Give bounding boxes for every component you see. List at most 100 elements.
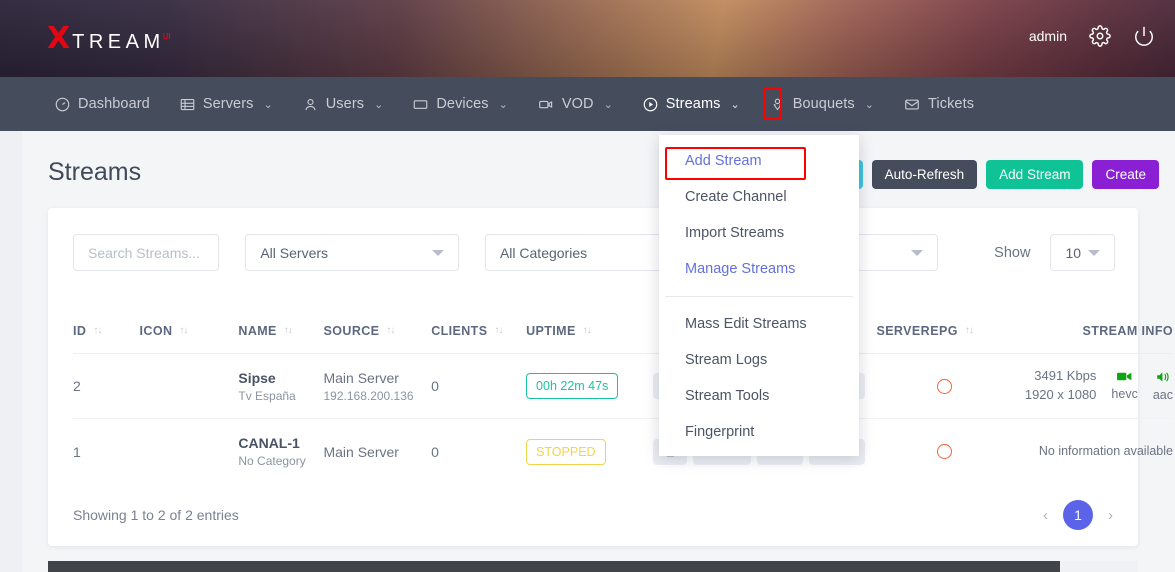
menu-item-create-channel[interactable]: Create Channel bbox=[659, 179, 859, 215]
cell-name: CANAL-1 No Category bbox=[238, 435, 323, 468]
search-input[interactable]: Search Streams... bbox=[73, 234, 220, 271]
brand-header: X TREAM UI admin bbox=[0, 0, 1175, 77]
col-label: SOURCE bbox=[323, 323, 380, 338]
cell-id: 2 bbox=[73, 378, 81, 394]
chevron-down-icon[interactable]: ⌄ bbox=[728, 98, 739, 111]
pagination: ‹ 1 › bbox=[1041, 500, 1115, 530]
chevron-down-icon[interactable]: ⌄ bbox=[262, 98, 273, 111]
col-header-name[interactable]: NAME ↑↓ bbox=[238, 324, 323, 338]
video-codec-block: hevc bbox=[1111, 371, 1138, 401]
pagination-prev[interactable]: ‹ bbox=[1041, 507, 1050, 524]
bouquet-icon bbox=[770, 97, 785, 112]
nav-item-servers[interactable]: Servers ⌄ bbox=[165, 77, 288, 131]
menu-item-fingerprint[interactable]: Fingerprint bbox=[659, 414, 859, 450]
col-header-clients[interactable]: CLIENTS ↑↓ bbox=[431, 324, 526, 338]
nav-item-streams[interactable]: Streams ⌄ bbox=[628, 77, 755, 131]
nav-label: Users bbox=[325, 96, 365, 112]
left-gutter bbox=[0, 131, 22, 572]
no-info-text: No information available bbox=[1038, 444, 1173, 459]
page-size-value: 10 bbox=[1065, 244, 1082, 261]
nav-item-devices[interactable]: Devices ⌄ bbox=[398, 77, 523, 131]
chevron-down-icon[interactable]: ⌄ bbox=[602, 98, 613, 111]
chevron-down-icon[interactable]: ⌄ bbox=[372, 98, 383, 111]
video-codec: hevc bbox=[1111, 387, 1138, 401]
menu-item-stream-logs[interactable]: Stream Logs bbox=[659, 342, 859, 378]
server-icon bbox=[180, 97, 195, 112]
stream-name: CANAL-1 bbox=[238, 435, 300, 451]
nav-item-users[interactable]: Users ⌄ bbox=[288, 77, 399, 131]
table-row[interactable]: 2 Sipse Tv España Main Server 192.168.20… bbox=[73, 354, 1173, 419]
cell-epg bbox=[930, 378, 1016, 394]
logo-superscript: UI bbox=[162, 32, 171, 41]
cell-source: Main Server 192.168.200.136 bbox=[323, 370, 431, 403]
menu-item-add-stream[interactable]: Add Stream bbox=[659, 143, 859, 179]
dashboard-icon bbox=[55, 97, 70, 112]
chevron-down-icon[interactable]: ⌄ bbox=[863, 98, 874, 111]
chevron-down-icon[interactable]: ⌄ bbox=[497, 98, 508, 111]
menu-item-stream-tools[interactable]: Stream Tools bbox=[659, 378, 859, 414]
create-button[interactable]: Create bbox=[1092, 160, 1159, 189]
page-size-select[interactable]: 10 bbox=[1050, 234, 1115, 271]
col-header-uptime[interactable]: UPTIME ↑↓ bbox=[526, 324, 653, 338]
nav-label: Bouquets bbox=[792, 96, 855, 112]
device-icon bbox=[413, 97, 428, 112]
col-header-source[interactable]: SOURCE ↑↓ bbox=[324, 324, 432, 338]
col-label: NAME bbox=[238, 323, 277, 338]
col-header-stream-info: STREAM INFO bbox=[1016, 324, 1173, 338]
status-badge: 00h 22m 47s bbox=[526, 373, 619, 399]
audio-codec: aac bbox=[1152, 387, 1173, 402]
streams-card: Search Streams... All Servers All Catego… bbox=[48, 208, 1173, 546]
add-stream-button[interactable]: Add Stream bbox=[986, 160, 1084, 189]
nav-item-bouquets[interactable]: Bouquets ⌄ bbox=[755, 77, 889, 131]
col-label: CLIENTS bbox=[431, 323, 488, 338]
video-icon bbox=[538, 97, 554, 112]
power-icon[interactable] bbox=[1133, 25, 1155, 47]
gear-icon[interactable] bbox=[1089, 25, 1111, 47]
logo-wordmark: TREAM bbox=[72, 31, 165, 53]
menu-item-mass-edit-streams[interactable]: Mass Edit Streams bbox=[659, 306, 859, 342]
menu-item-import-streams[interactable]: Import Streams bbox=[659, 215, 859, 251]
auto-refresh-button[interactable]: Auto-Refresh bbox=[871, 160, 978, 189]
current-user-label[interactable]: admin bbox=[1029, 28, 1067, 44]
play-circle-icon bbox=[643, 97, 658, 112]
pagination-page-1[interactable]: 1 bbox=[1063, 500, 1093, 530]
streams-table: ID ↑↓ ICON ↑↓ NAME ↑↓ SOURCE ↑↓ CLIENTS bbox=[73, 308, 1173, 484]
logo-x-mark: X bbox=[47, 21, 71, 56]
category-filter-value: All Categories bbox=[499, 244, 588, 261]
nav-item-tickets[interactable]: Tickets bbox=[889, 77, 989, 131]
col-header-server[interactable]: SERVER bbox=[876, 324, 930, 338]
server-filter-select[interactable]: All Servers bbox=[245, 234, 459, 271]
col-header-epg[interactable]: EPG ↑↓ bbox=[930, 324, 1016, 338]
cell-source: Main Server bbox=[323, 444, 431, 460]
horizontal-scrollbar-thumb[interactable] bbox=[48, 561, 1060, 572]
speaker-icon bbox=[1153, 371, 1173, 386]
header-actions: admin bbox=[1029, 25, 1155, 47]
table-row[interactable]: 1 CANAL-1 No Category Main Server 0 STOP… bbox=[73, 419, 1173, 484]
cell-clients: 0 bbox=[431, 443, 439, 460]
cell-clients: 0 bbox=[431, 378, 439, 394]
source-ip: 192.168.200.136 bbox=[323, 388, 414, 403]
col-label: STREAM INFO bbox=[1082, 323, 1173, 338]
nav-label: Servers bbox=[202, 96, 254, 112]
nav-item-dashboard[interactable]: Dashboard bbox=[40, 77, 165, 131]
status-badge: STOPPED bbox=[526, 438, 606, 465]
nav-label: Tickets bbox=[927, 96, 975, 112]
page-title: Streams bbox=[48, 158, 142, 186]
menu-item-manage-streams[interactable]: Manage Streams bbox=[659, 251, 859, 287]
server-filter-value: All Servers bbox=[260, 244, 329, 261]
user-icon bbox=[303, 97, 318, 112]
pagination-next[interactable]: › bbox=[1106, 507, 1115, 524]
sort-icon: ↑↓ bbox=[582, 325, 592, 336]
video-camera-icon bbox=[1111, 371, 1137, 385]
epg-circle-icon bbox=[937, 378, 953, 394]
col-header-id[interactable]: ID ↑↓ bbox=[73, 324, 140, 338]
cell-uptime: 00h 22m 47s bbox=[526, 373, 653, 399]
epg-circle-icon bbox=[937, 444, 953, 459]
chevron-down-icon bbox=[1088, 249, 1100, 256]
sort-icon: ↑↓ bbox=[386, 325, 395, 336]
col-label: ID bbox=[73, 323, 87, 338]
nav-label: VOD bbox=[561, 96, 594, 112]
app-logo[interactable]: X TREAM UI bbox=[47, 24, 171, 54]
nav-item-vod[interactable]: VOD ⌄ bbox=[523, 77, 628, 131]
col-header-icon[interactable]: ICON ↑↓ bbox=[140, 324, 239, 338]
